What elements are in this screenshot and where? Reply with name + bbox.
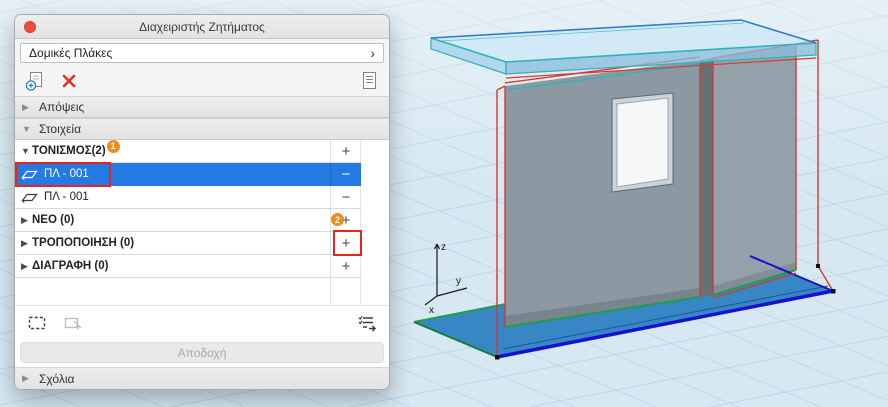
accept-row: Αποδοχή: [15, 339, 389, 367]
disclosure-triangle-icon[interactable]: [21, 239, 32, 248]
item-label: ΠΛ - 001: [44, 191, 89, 203]
marquee-select-button[interactable]: [25, 311, 49, 335]
partition-pilaster[interactable]: [700, 58, 713, 297]
section-elements[interactable]: Στοιχεία: [15, 118, 389, 140]
accept-button[interactable]: Αποδοχή: [20, 342, 384, 363]
filter-value: Δομικές Πλάκες: [29, 46, 113, 60]
disclosure-triangle-icon[interactable]: [22, 103, 33, 112]
remove-item-button[interactable]: −: [331, 186, 361, 208]
panel-titlebar[interactable]: Διαχειριστής Ζητήματος: [15, 15, 389, 39]
issue-details-button[interactable]: [357, 69, 381, 93]
disclosure-triangle-icon[interactable]: [21, 216, 32, 225]
checklist-arrow-icon: [358, 315, 376, 332]
group-label: ΤΡΟΠΟΠΟΙΗΣΗ (0): [32, 237, 135, 249]
disclosure-triangle-icon[interactable]: [21, 262, 32, 271]
issue-toolbar: [15, 66, 389, 96]
axis-label-y: y: [456, 276, 461, 287]
marquee-icon: [28, 316, 46, 329]
disclosure-triangle-icon[interactable]: [21, 147, 32, 156]
annotation-badge-2: 2: [331, 213, 344, 226]
disclosure-triangle-icon[interactable]: [22, 125, 33, 134]
tree-group-new[interactable]: ΝΕΟ (0) 2 +: [15, 209, 361, 232]
section-comments[interactable]: Σχόλια: [15, 367, 389, 389]
delete-issue-button[interactable]: [57, 69, 81, 93]
app-screen: z y x Διαχειριστής Ζητήματος Δομικές Πλά…: [0, 0, 888, 407]
group-label: ΝΕΟ (0): [32, 214, 75, 226]
annotation-box-2: [333, 230, 362, 256]
axis-label-x: x: [429, 305, 434, 316]
annotation-badge-1: 1: [106, 140, 120, 153]
tree-item-slab-selected[interactable]: ΠΛ - 001 −: [15, 162, 361, 187]
tree-group-highlight[interactable]: ΤΟΝΙΣΜΟΣ(2) 1 +: [15, 140, 361, 163]
panel-title: Διαχειριστής Ζητήματος: [139, 19, 265, 34]
group-label: ΔΙΑΓΡΑΦΗ (0): [32, 260, 109, 272]
issue-list-options-button[interactable]: [355, 311, 379, 335]
section-views-label: Απόψεις: [39, 100, 85, 114]
slab-icon: [21, 190, 39, 204]
document-plus-icon: [25, 72, 42, 91]
section-elements-label: Στοιχεία: [39, 122, 82, 136]
filter-row: Δομικές Πλάκες: [15, 39, 389, 66]
tree-group-delete[interactable]: ΔΙΑΓΡΑΦΗ (0) +: [15, 255, 361, 278]
tree-item-slab[interactable]: ΠΛ - 001 −: [15, 186, 361, 209]
tree-group-modify[interactable]: ΤΡΟΠΟΠΟΙΗΣΗ (0) +: [15, 230, 362, 256]
disclosure-triangle-icon[interactable]: [22, 374, 33, 383]
section-views[interactable]: Απόψεις: [15, 96, 389, 118]
red-x-icon: [62, 74, 76, 88]
window[interactable]: [611, 92, 674, 193]
filter-dropdown[interactable]: Δομικές Πλάκες: [20, 43, 384, 63]
section-comments-label: Σχόλια: [39, 371, 75, 386]
selection-toolbar: [15, 305, 389, 339]
group-label: ΤΟΝΙΣΜΟΣ(2): [32, 145, 106, 157]
elements-tree: ΤΟΝΙΣΜΟΣ(2) 1 + ΠΛ - 001 −: [15, 140, 389, 305]
axis-label-z: z: [441, 242, 446, 253]
pick-arrow-icon: [64, 317, 82, 330]
chevron-right-icon: [370, 46, 375, 60]
annotation-box-1: [15, 162, 111, 187]
close-button[interactable]: [24, 20, 36, 33]
axis-indicator: [424, 243, 468, 306]
remove-item-button[interactable]: −: [331, 163, 361, 185]
add-to-group-button[interactable]: +: [331, 140, 361, 162]
new-issue-button[interactable]: [23, 69, 47, 93]
issue-manager-panel: Διαχειριστής Ζητήματος Δομικές Πλάκες › …: [14, 14, 390, 390]
document-lines-icon: [363, 72, 376, 89]
add-to-group-button[interactable]: +: [331, 255, 361, 277]
pick-element-button[interactable]: [61, 311, 85, 335]
